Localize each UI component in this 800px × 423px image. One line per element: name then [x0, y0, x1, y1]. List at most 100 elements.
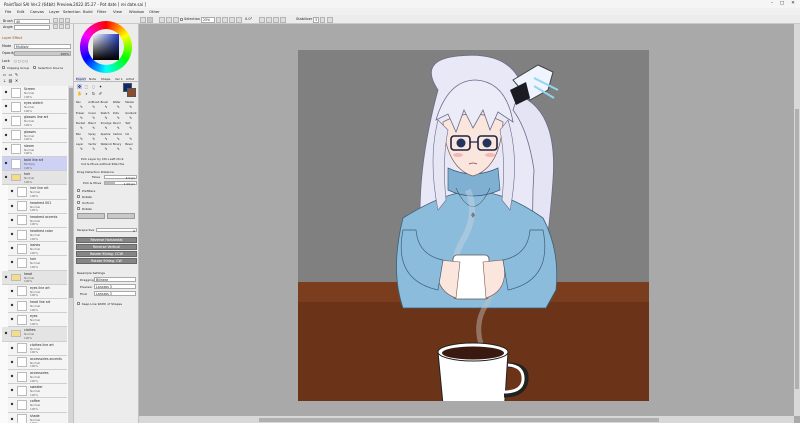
visibility-eye-icon[interactable] — [10, 260, 14, 264]
layer-folder[interactable]: hair Normal 100% — [2, 171, 67, 186]
select-tool-icon[interactable]: ⬚ — [84, 84, 89, 89]
layer-row[interactable]: Screen Normal 100% — [2, 86, 67, 101]
deselect-button[interactable] — [173, 16, 179, 23]
lasso-tool-icon[interactable]: ◌ — [91, 84, 96, 89]
layer-row[interactable]: accessories Normal 100% — [8, 370, 67, 385]
eyedropper-tool-icon[interactable]: ✐ — [98, 91, 103, 96]
preview-select[interactable]: Lanczos 3 — [94, 284, 136, 289]
wand-tool-icon[interactable]: ✦ — [98, 84, 103, 89]
saturation-value-square[interactable] — [93, 34, 119, 60]
tab-artist[interactable]: Artist — [126, 77, 134, 81]
tool-pencil[interactable]: Pencil ✎ — [113, 122, 125, 132]
brush-button-4[interactable] — [53, 24, 58, 29]
visibility-eye-icon[interactable] — [10, 246, 14, 250]
horizontal-scrollbar-thumb[interactable] — [259, 417, 659, 422]
move-tool-icon[interactable]: ✥ — [77, 84, 82, 89]
undo-button[interactable] — [159, 16, 165, 23]
layer-row[interactable]: headrest 001 Normal 100% — [8, 199, 67, 214]
tool-sketch[interactable]: Sketch ✎ — [101, 112, 113, 122]
layer-folder[interactable]: head Normal 100% — [2, 270, 67, 285]
visibility-eye-icon[interactable] — [4, 147, 8, 151]
hand-tool-icon[interactable]: ✋ — [77, 91, 82, 96]
visibility-eye-icon[interactable] — [10, 374, 14, 378]
clipping-group-checkbox[interactable] — [2, 66, 5, 69]
rotate-tool-icon[interactable]: ↻ — [91, 91, 96, 96]
menu-layer[interactable]: Layer — [49, 9, 60, 14]
layer-row[interactable]: hair Normal 100% — [8, 256, 67, 271]
layer-row[interactable]: hair line art Normal 100% — [8, 185, 67, 200]
keep-line-width-checkbox[interactable] — [77, 302, 80, 305]
pick-move-slider[interactable]: 1.00 px — [104, 181, 137, 186]
layer-row[interactable]: lashes Normal 100% — [8, 242, 67, 257]
menu-edit[interactable]: Edit — [17, 9, 24, 14]
angle-field[interactable]: 0.0° — [245, 17, 252, 21]
zoom-out-button[interactable] — [222, 16, 228, 23]
layer-row[interactable]: eyes sketch Normal 100% — [2, 100, 67, 115]
new-linework-icon[interactable]: ✎ — [14, 72, 19, 77]
canvas-artwork[interactable] — [298, 50, 649, 401]
horizontal-scrollbar[interactable] — [139, 416, 794, 423]
tool-blur[interactable]: Blur ✎ — [76, 133, 88, 143]
vertical-scrollbar[interactable] — [794, 24, 800, 416]
blend-mode-select[interactable]: Multiply — [14, 43, 71, 49]
layer-row[interactable]: coffee Normal 100% — [8, 398, 67, 413]
tool-vector[interactable]: Vector ✎ — [88, 143, 100, 153]
minimize-button[interactable]: – — [767, 1, 777, 7]
tool-gradient[interactable]: Gradient ✎ — [125, 112, 137, 122]
visibility-eye-icon[interactable] — [4, 161, 8, 165]
visibility-eye-icon[interactable] — [10, 417, 14, 421]
visibility-eye-icon[interactable] — [10, 218, 14, 222]
visibility-eye-icon[interactable] — [10, 189, 14, 193]
tab-export[interactable]: Export — [76, 77, 86, 81]
rotate2-checkbox[interactable] — [77, 207, 80, 210]
reverse-vertical-button[interactable]: Reverse Vertical — [76, 244, 137, 250]
canvas-workarea[interactable] — [139, 24, 800, 423]
tool-brush[interactable]: Brush ✎ — [101, 101, 113, 111]
zoom-in-button[interactable] — [229, 16, 235, 23]
menu-other[interactable]: Other — [149, 9, 160, 14]
layer-row[interactable]: headrest accents Normal 100% — [8, 213, 67, 228]
dragging-select[interactable]: Bilinear — [94, 277, 136, 282]
visibility-eye-icon[interactable] — [10, 346, 14, 350]
layer-row[interactable]: glasses line art Normal 100% — [2, 114, 67, 129]
visibility-eye-icon[interactable] — [10, 317, 14, 321]
close-button[interactable]: ✕ — [788, 1, 798, 7]
layer-effect-toggle[interactable]: Layer Effect — [2, 36, 22, 40]
brush-button-1[interactable] — [53, 18, 58, 23]
visibility-eye-icon[interactable] — [4, 275, 8, 279]
layer-folder[interactable]: clothes Normal 100% — [2, 327, 67, 342]
redo-button[interactable] — [166, 16, 172, 23]
zoom-tool-icon[interactable]: ⌕ — [84, 91, 89, 96]
layer-row[interactable]: sweater Normal 100% — [8, 384, 67, 399]
visibility-eye-icon[interactable] — [4, 104, 8, 108]
layer-row[interactable]: steam Normal 100% — [2, 142, 67, 157]
tool-pen[interactable]: Pen ✎ — [76, 101, 88, 111]
selection-source-checkbox[interactable] — [33, 66, 36, 69]
visibility-eye-icon[interactable] — [10, 303, 14, 307]
rotate-cw-button[interactable]: Rotate 90deg. CW — [76, 258, 137, 264]
rotate-right-button[interactable] — [266, 16, 272, 23]
layer-row[interactable]: head line art Normal 100% — [8, 299, 67, 314]
layer-scrollbar-thumb[interactable] — [68, 88, 73, 298]
tool-layer[interactable]: Layer ✎ — [76, 143, 88, 153]
maximize-button[interactable]: □ — [777, 1, 787, 7]
cancel-button[interactable] — [107, 213, 135, 219]
zoom-dropdown[interactable] — [216, 16, 221, 23]
visibility-eye-icon[interactable] — [4, 118, 8, 122]
visibility-eye-icon[interactable] — [10, 388, 14, 392]
layer-row[interactable]: eyes line art Normal 100% — [8, 284, 67, 299]
brush-size-field[interactable]: 40 — [14, 18, 50, 24]
tool-spray[interactable]: Spray ✎ — [88, 133, 100, 143]
secondary-color-swatch[interactable] — [127, 88, 136, 97]
reverse-horizontal-button[interactable]: Reverse Horizontal — [76, 237, 137, 243]
menu-selection[interactable]: Selection — [63, 9, 81, 14]
new-layer-icon[interactable]: ▫ — [2, 72, 7, 77]
tool-bevel[interactable]: Bevel ✎ — [125, 143, 137, 153]
menu-filter[interactable]: Filter — [97, 9, 106, 14]
flip-button[interactable] — [280, 16, 286, 23]
selection-checkbox[interactable] — [180, 18, 183, 21]
stabilizer-dropdown[interactable] — [320, 16, 325, 23]
menu-build[interactable]: Build — [83, 9, 93, 14]
tool-carbon[interactable]: Carbon ✎ — [113, 133, 125, 143]
brush-button-3[interactable] — [65, 18, 70, 23]
